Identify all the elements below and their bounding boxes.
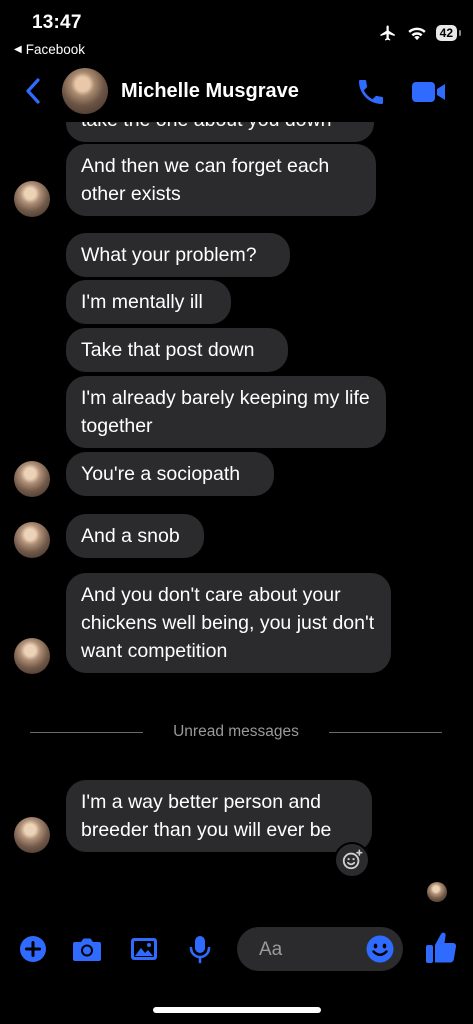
emoji-button[interactable]	[365, 934, 395, 964]
message-bubble[interactable]: I'm already barely keeping my life toget…	[66, 376, 386, 448]
gallery-button[interactable]	[127, 932, 161, 966]
chevron-left-icon	[26, 78, 40, 104]
divider-line	[328, 731, 443, 733]
like-button[interactable]	[424, 930, 458, 966]
message-input[interactable]	[257, 927, 361, 973]
phone-icon	[359, 80, 383, 104]
video-camera-icon	[412, 82, 445, 102]
thumbs-up-icon	[426, 932, 457, 963]
composer-bar	[0, 920, 473, 980]
message-bubble[interactable]: And a snob	[66, 514, 204, 558]
back-triangle-icon: ◀	[14, 44, 22, 55]
sender-avatar[interactable]	[14, 181, 50, 217]
home-indicator[interactable]	[153, 1007, 321, 1013]
sender-avatar[interactable]	[14, 817, 50, 853]
contact-avatar[interactable]	[62, 68, 108, 114]
image-icon	[131, 938, 157, 960]
conversation-header: Michelle Musgrave	[0, 62, 473, 122]
plus-icon	[20, 936, 46, 962]
sender-avatar[interactable]	[14, 522, 50, 558]
video-call-button[interactable]	[410, 78, 448, 106]
message-bubble[interactable]: I'm a way better person and breeder than…	[66, 780, 372, 852]
battery-indicator: 42	[435, 25, 462, 41]
message-bubble[interactable]: You're a sociopath	[66, 452, 274, 496]
unread-label: Unread messages	[173, 723, 299, 740]
status-icons: 42	[378, 24, 462, 42]
status-time: 13:47	[32, 12, 82, 33]
sender-avatar[interactable]	[14, 638, 50, 674]
message-bubble[interactable]: And then we can forget each other exists	[66, 144, 376, 216]
microphone-icon	[189, 936, 211, 964]
wifi-icon	[407, 27, 426, 41]
message-bubble[interactable]: What your problem?	[66, 233, 290, 277]
add-reaction-button[interactable]	[334, 842, 370, 878]
camera-icon	[73, 938, 101, 961]
back-button[interactable]	[18, 74, 48, 108]
message-bubble[interactable]: And you don't care about your chickens w…	[66, 573, 391, 673]
add-reaction-icon	[342, 849, 363, 870]
back-app-label: Facebook	[25, 42, 85, 57]
message-input-container[interactable]	[237, 927, 403, 973]
voice-call-button[interactable]	[355, 76, 387, 108]
seen-indicator-avatar	[427, 882, 447, 902]
message-bubble[interactable]: I'm mentally ill	[66, 280, 231, 324]
message-thread[interactable]: take the one about you down And then we …	[0, 104, 473, 902]
airplane-icon	[380, 25, 395, 41]
back-to-app-link[interactable]: ◀ Facebook	[14, 42, 85, 57]
contact-name[interactable]: Michelle Musgrave	[121, 80, 299, 103]
message-bubble[interactable]: Take that post down	[66, 328, 288, 372]
unread-divider: Unread messages	[30, 723, 443, 740]
camera-button[interactable]	[70, 932, 104, 966]
more-actions-button[interactable]	[16, 932, 50, 966]
voice-message-button[interactable]	[183, 932, 217, 966]
sender-avatar[interactable]	[14, 461, 50, 497]
status-bar: 13:47 ◀ Facebook 42	[0, 0, 473, 62]
divider-line	[30, 731, 144, 733]
emoji-icon	[366, 935, 394, 963]
